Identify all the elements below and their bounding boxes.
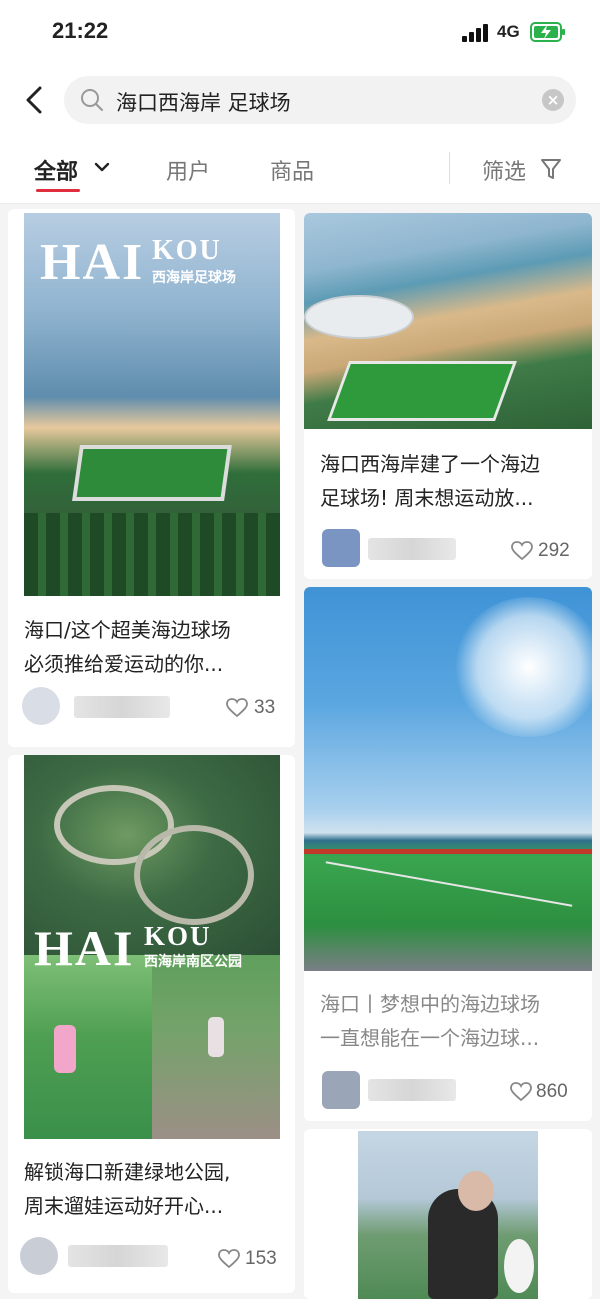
football-pitch-shape	[72, 445, 232, 501]
overlay-title-small: KOU	[152, 235, 222, 266]
overlay-subtitle: 西海岸足球场	[152, 270, 236, 286]
tab-users[interactable]: 用户	[166, 154, 210, 186]
avatar[interactable]	[322, 1071, 360, 1109]
pitch-line-shape	[325, 861, 573, 907]
search-query: 海口西海岸 足球场	[116, 91, 291, 115]
heart-icon[interactable]	[218, 1249, 240, 1269]
chevron-down-icon[interactable]	[94, 161, 110, 173]
like-count: 292	[538, 540, 570, 561]
avatar[interactable]	[20, 1237, 58, 1275]
note-title: 解锁海口新建绿地公园, 周末遛娃运动好开心...	[24, 1155, 284, 1223]
heart-icon[interactable]	[226, 698, 248, 718]
note-card[interactable]: HAI KOU 西海岸南区公园 解锁海口新建绿地公园, 周末遛娃运动好开心...…	[8, 755, 295, 1293]
overlay-title-small: KOU	[144, 921, 212, 951]
note-title-line: 周末遛娃运动好开心...	[24, 1194, 224, 1218]
author-name-blurred[interactable]	[68, 1245, 168, 1267]
search-header: 海口西海岸 足球场 ×	[0, 66, 600, 136]
battery-charging-icon	[530, 22, 565, 42]
child-figure-shape	[208, 1017, 224, 1057]
cloud-shape	[454, 597, 592, 737]
results-feed: HAI KOU 西海岸足球场 海口/这个超美海边球场 必须推给爱运动的你... …	[0, 205, 600, 1299]
heart-icon[interactable]	[510, 1082, 532, 1102]
like-count: 860	[536, 1081, 568, 1102]
stadium-dome-shape	[304, 295, 414, 339]
note-cover-image	[304, 213, 592, 429]
tab-goods[interactable]: 商品	[270, 154, 314, 186]
ball-shape	[504, 1239, 534, 1293]
tab-all[interactable]: 全部	[34, 154, 78, 186]
note-cover-image: HAI KOU 西海岸足球场	[24, 213, 280, 596]
note-cover-image: HAI KOU 西海岸南区公园	[24, 755, 280, 1139]
search-tabs: 全部 用户 商品 筛选	[0, 136, 600, 204]
active-tab-indicator	[36, 189, 80, 192]
note-card[interactable]: 海口西海岸建了一个海边 足球场! 周末想运动放... 292	[304, 213, 592, 579]
palm-trees-shape	[24, 513, 280, 596]
search-input[interactable]: 海口西海岸 足球场 ×	[64, 76, 576, 124]
overlay-title-big: HAI	[40, 234, 145, 291]
author-name-blurred[interactable]	[368, 538, 456, 560]
note-title: 海口丨梦想中的海边球场 一直想能在一个海边球...	[320, 987, 584, 1055]
filter-icon[interactable]	[540, 157, 562, 181]
note-title: 海口西海岸建了一个海边 足球场! 周末想运动放...	[320, 447, 584, 515]
note-card[interactable]	[304, 1129, 592, 1299]
note-title-line: 海口/这个超美海边球场	[24, 618, 231, 642]
kids-running-photo	[24, 955, 152, 1139]
note-card[interactable]: HAI KOU 西海岸足球场 海口/这个超美海边球场 必须推给爱运动的你... …	[8, 209, 295, 747]
heart-icon[interactable]	[511, 541, 533, 561]
avatar[interactable]	[322, 529, 360, 567]
network-type: 4G	[497, 22, 520, 41]
note-title: 海口/这个超美海边球场 必须推给爱运动的你...	[24, 613, 284, 681]
author-name-blurred[interactable]	[368, 1079, 456, 1101]
divider	[449, 152, 450, 184]
note-title-line: 一直想能在一个海边球...	[320, 1026, 540, 1050]
filter-button[interactable]: 筛选	[482, 154, 526, 186]
overlay-title-big: HAI	[34, 920, 135, 976]
like-count: 153	[245, 1248, 277, 1269]
note-title-line: 解锁海口新建绿地公园,	[24, 1160, 231, 1184]
author-name-blurred[interactable]	[74, 696, 170, 718]
avatar[interactable]	[22, 687, 60, 725]
pitch-boundary-shape	[304, 849, 592, 854]
back-arrow-icon[interactable]	[18, 80, 50, 120]
note-cover-image	[304, 587, 592, 971]
like-count: 33	[254, 697, 276, 718]
note-title-line: 必须推给爱运动的你...	[24, 652, 224, 676]
clear-icon[interactable]: ×	[542, 89, 564, 111]
signal-icon	[462, 24, 490, 42]
child-figure-shape	[54, 1025, 76, 1073]
status-bar: 21:22 4G	[0, 0, 600, 66]
note-card[interactable]: 海口丨梦想中的海边球场 一直想能在一个海边球... 860	[304, 587, 592, 1121]
face-blurred-shape	[458, 1171, 494, 1211]
note-title-line: 海口西海岸建了一个海边	[320, 452, 540, 476]
status-time: 21:22	[52, 18, 109, 43]
note-cover-image	[358, 1131, 538, 1299]
note-title-line: 足球场! 周末想运动放...	[320, 486, 534, 510]
overlay-subtitle: 西海岸南区公园	[144, 954, 242, 970]
note-title-line: 海口丨梦想中的海边球场	[320, 992, 540, 1016]
football-pitch-shape	[327, 361, 517, 421]
search-icon	[81, 89, 103, 111]
park-path-shape	[134, 825, 254, 925]
